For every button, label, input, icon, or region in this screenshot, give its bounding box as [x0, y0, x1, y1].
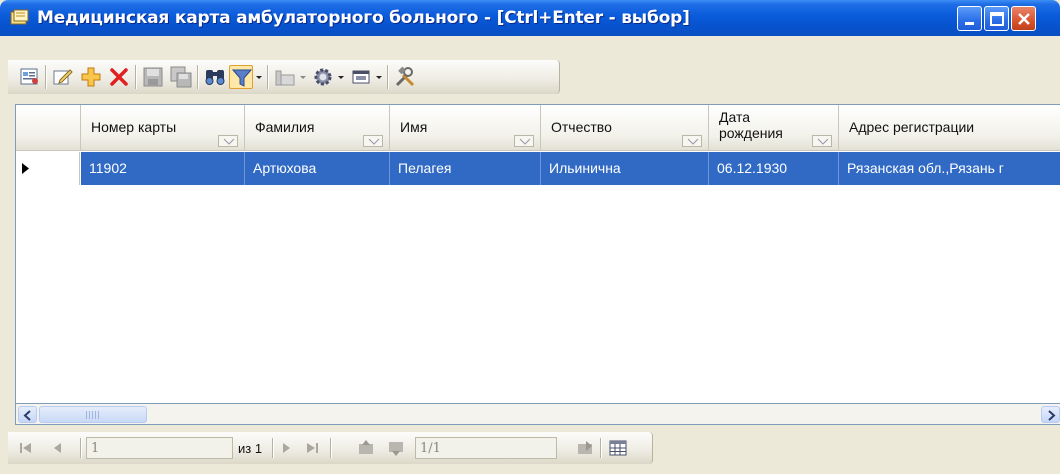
column-header-address[interactable]: Адрес регистрации	[839, 105, 1060, 151]
toolbar-separator	[135, 65, 136, 89]
column-header-last-name[interactable]: Фамилия	[245, 105, 390, 151]
cell-first-name[interactable]: Пелагея	[390, 152, 541, 185]
chevron-down-icon	[817, 138, 829, 145]
page-count-label: из 1	[238, 441, 263, 456]
toolbar-separator	[387, 65, 388, 89]
navigator-separator	[330, 438, 331, 458]
scroll-thumb[interactable]	[39, 406, 147, 423]
page-number-input[interactable]: 1	[86, 437, 233, 459]
edit-icon[interactable]	[51, 65, 75, 89]
next-record-icon[interactable]	[276, 438, 296, 458]
table-row[interactable]: 11902 Артюхова Пелагея Ильинична 06.12.1…	[16, 152, 1060, 185]
record-up-icon[interactable]	[356, 438, 376, 458]
chevron-right-icon	[1048, 410, 1056, 421]
window-title-bar[interactable]: Медицинская карта амбулаторного больного…	[0, 0, 1060, 36]
delete-icon[interactable]	[107, 65, 131, 89]
save-icon[interactable]	[141, 65, 165, 89]
window-icon[interactable]	[349, 65, 373, 89]
cell-birth-date[interactable]: 06.12.1930	[709, 152, 839, 185]
record-down-icon[interactable]	[386, 438, 406, 458]
cell-patronymic[interactable]: Ильинична	[541, 152, 709, 185]
report-icon[interactable]	[18, 65, 42, 89]
scroll-left-button[interactable]	[18, 406, 37, 423]
cell-card-number[interactable]: 11902	[81, 152, 245, 185]
filter-dropdown-button[interactable]	[812, 135, 832, 147]
toolbar-separator	[197, 65, 198, 89]
close-button[interactable]	[1011, 6, 1036, 31]
find-icon[interactable]	[203, 65, 227, 89]
cell-address[interactable]: Рязанская обл.,Рязань г	[839, 152, 1060, 185]
chevron-down-icon	[223, 138, 235, 145]
form-icon	[10, 9, 29, 25]
row-indicator	[16, 152, 80, 185]
maximize-icon	[990, 12, 1004, 26]
close-icon	[1018, 13, 1030, 25]
scroll-right-button[interactable]	[1041, 406, 1060, 423]
filter-dropdown-button[interactable]	[682, 135, 702, 147]
group-dropdown-arrow[interactable]	[298, 65, 308, 89]
cell-last-name[interactable]: Артюхова	[245, 152, 390, 185]
goto-record-icon[interactable]	[575, 438, 595, 458]
column-header-patronymic[interactable]: Отчество	[541, 105, 709, 151]
chevron-left-icon	[23, 410, 31, 421]
navigator-separator	[80, 438, 81, 458]
first-record-icon[interactable]	[16, 438, 36, 458]
filter-dropdown-arrow[interactable]	[254, 65, 264, 89]
row-indicator-header	[16, 105, 81, 151]
filter-dropdown-button[interactable]	[363, 135, 383, 147]
chevron-down-icon	[687, 138, 699, 145]
column-header-first-name[interactable]: Имя	[390, 105, 541, 151]
column-header-card-number[interactable]: Номер карты	[81, 105, 245, 151]
current-row-arrow-icon	[22, 163, 29, 174]
horizontal-scrollbar[interactable]	[15, 404, 1060, 425]
maximize-button[interactable]	[984, 6, 1009, 31]
settings-icon[interactable]	[311, 65, 335, 89]
last-record-icon[interactable]	[302, 438, 322, 458]
table-view-icon[interactable]	[608, 438, 628, 458]
add-icon[interactable]	[79, 65, 103, 89]
navigator-separator	[272, 438, 273, 458]
column-header-birth-date[interactable]: Дата рождения	[709, 105, 839, 151]
settings-dropdown-arrow[interactable]	[336, 65, 346, 89]
window-dropdown-arrow[interactable]	[374, 65, 384, 89]
toolbar-separator	[45, 65, 46, 89]
filter-icon[interactable]	[229, 65, 253, 89]
toolbar-separator	[267, 65, 268, 89]
chevron-down-icon	[519, 138, 531, 145]
navigator-separator	[600, 438, 601, 458]
group-icon[interactable]	[273, 65, 297, 89]
record-position-input[interactable]: 1/1	[415, 437, 557, 459]
previous-record-icon[interactable]	[48, 438, 68, 458]
chevron-down-icon	[368, 138, 380, 145]
tools-icon[interactable]	[393, 65, 417, 89]
filter-dropdown-button[interactable]	[514, 135, 534, 147]
minimize-icon	[965, 22, 974, 25]
grid-header: Номер карты Фамилия Имя Отчество Дата ро…	[16, 105, 1060, 151]
data-grid[interactable]: Номер карты Фамилия Имя Отчество Дата ро…	[15, 104, 1060, 404]
save-all-icon[interactable]	[169, 65, 193, 89]
filter-dropdown-button[interactable]	[218, 135, 238, 147]
window-title: Медицинская карта амбулаторного больного…	[37, 8, 690, 28]
minimize-button[interactable]	[957, 6, 982, 31]
